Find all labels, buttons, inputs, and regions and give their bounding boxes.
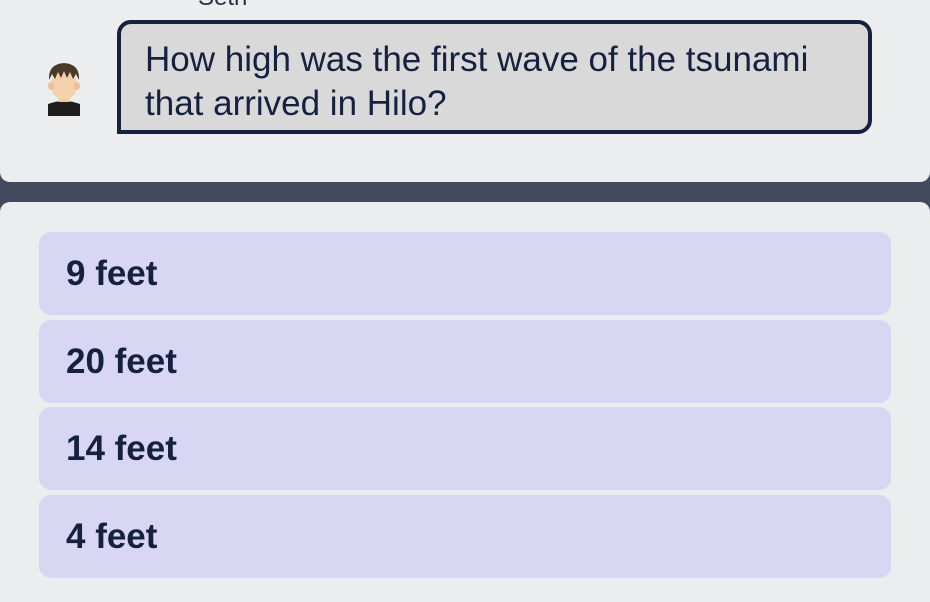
answer-label: 14 feet: [66, 428, 177, 468]
speaker-avatar: [44, 58, 84, 116]
answer-option-4[interactable]: 4 feet: [39, 495, 891, 578]
answer-label: 4 feet: [66, 516, 158, 556]
answer-option-1[interactable]: 9 feet: [39, 232, 891, 315]
question-text: How high was the first wave of the tsuna…: [145, 40, 809, 123]
avatar-icon: [48, 63, 80, 116]
answer-option-2[interactable]: 20 feet: [39, 320, 891, 403]
question-bubble: How high was the first wave of the tsuna…: [117, 20, 872, 134]
answer-option-3[interactable]: 14 feet: [39, 407, 891, 490]
speaker-name: Seth: [198, 0, 247, 12]
answer-label: 20 feet: [66, 341, 177, 381]
answer-label: 9 feet: [66, 253, 158, 293]
dialogue-panel: Seth How high was the first wave of the …: [0, 0, 930, 182]
answers-panel: 9 feet 20 feet 14 feet 4 feet: [0, 202, 930, 602]
